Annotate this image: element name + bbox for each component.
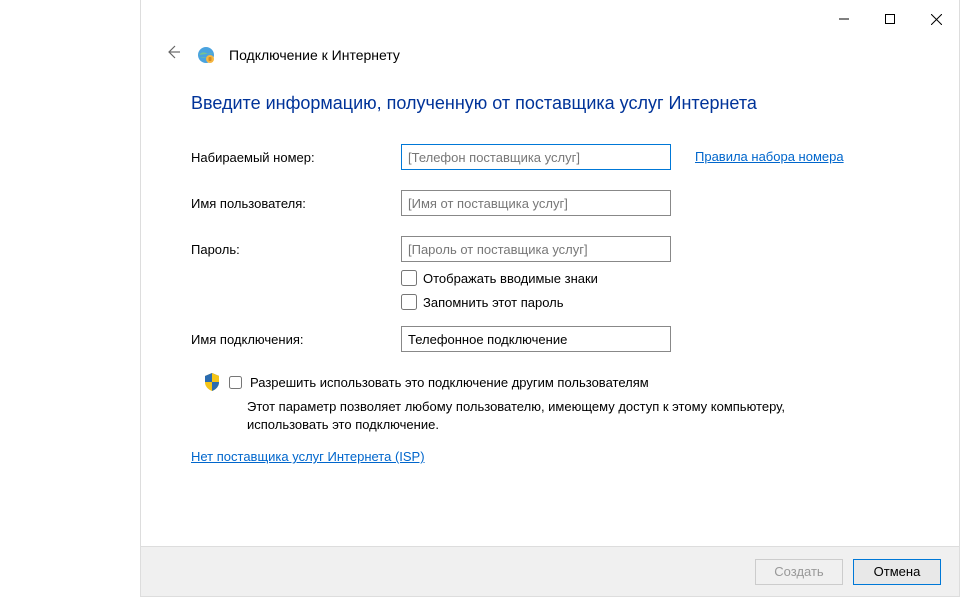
label-username: Имя пользователя:: [191, 196, 401, 211]
header: Подключение к Интернету: [141, 44, 959, 65]
button-bar: Создать Отмена: [141, 546, 959, 596]
shield-icon: [203, 372, 221, 392]
label-connection-name: Имя подключения:: [191, 332, 401, 347]
show-chars-label: Отображать вводимые знаки: [423, 271, 598, 286]
password-options: Отображать вводимые знаки Запомнить этот…: [401, 270, 909, 310]
share-connection-checkbox[interactable]: [229, 376, 242, 389]
create-button[interactable]: Создать: [755, 559, 843, 585]
username-input[interactable]: [401, 190, 671, 216]
minimize-button[interactable]: [821, 4, 867, 34]
show-chars-checkbox[interactable]: [401, 270, 417, 286]
connection-name-input[interactable]: [401, 326, 671, 352]
label-password: Пароль:: [191, 242, 401, 257]
label-phone: Набираемый номер:: [191, 150, 401, 165]
remember-password-label: Запомнить этот пароль: [423, 295, 564, 310]
page-heading: Введите информацию, полученную от постав…: [191, 93, 909, 114]
remember-password-checkbox[interactable]: [401, 294, 417, 310]
titlebar: [141, 0, 959, 38]
cancel-button[interactable]: Отмена: [853, 559, 941, 585]
phone-input[interactable]: [401, 144, 671, 170]
row-connection-name: Имя подключения:: [191, 326, 909, 352]
back-arrow-icon[interactable]: [165, 44, 183, 65]
password-input[interactable]: [401, 236, 671, 262]
wizard-window: Подключение к Интернету Введите информац…: [140, 0, 960, 597]
no-isp-link[interactable]: Нет поставщика услуг Интернета (ISP): [191, 449, 425, 464]
row-password: Пароль:: [191, 236, 909, 262]
share-description: Этот параметр позволяет любому пользоват…: [247, 398, 807, 434]
row-username: Имя пользователя:: [191, 190, 909, 216]
row-phone: Набираемый номер: Правила набора номера: [191, 144, 909, 170]
share-section: Разрешить использовать это подключение д…: [203, 372, 909, 434]
maximize-button[interactable]: [867, 4, 913, 34]
globe-icon: [197, 46, 215, 64]
dialing-rules-link[interactable]: Правила набора номера: [695, 149, 844, 164]
share-connection-label: Разрешить использовать это подключение д…: [250, 375, 649, 390]
wizard-title: Подключение к Интернету: [229, 47, 400, 63]
content-area: Введите информацию, полученную от постав…: [141, 65, 959, 546]
close-button[interactable]: [913, 4, 959, 34]
